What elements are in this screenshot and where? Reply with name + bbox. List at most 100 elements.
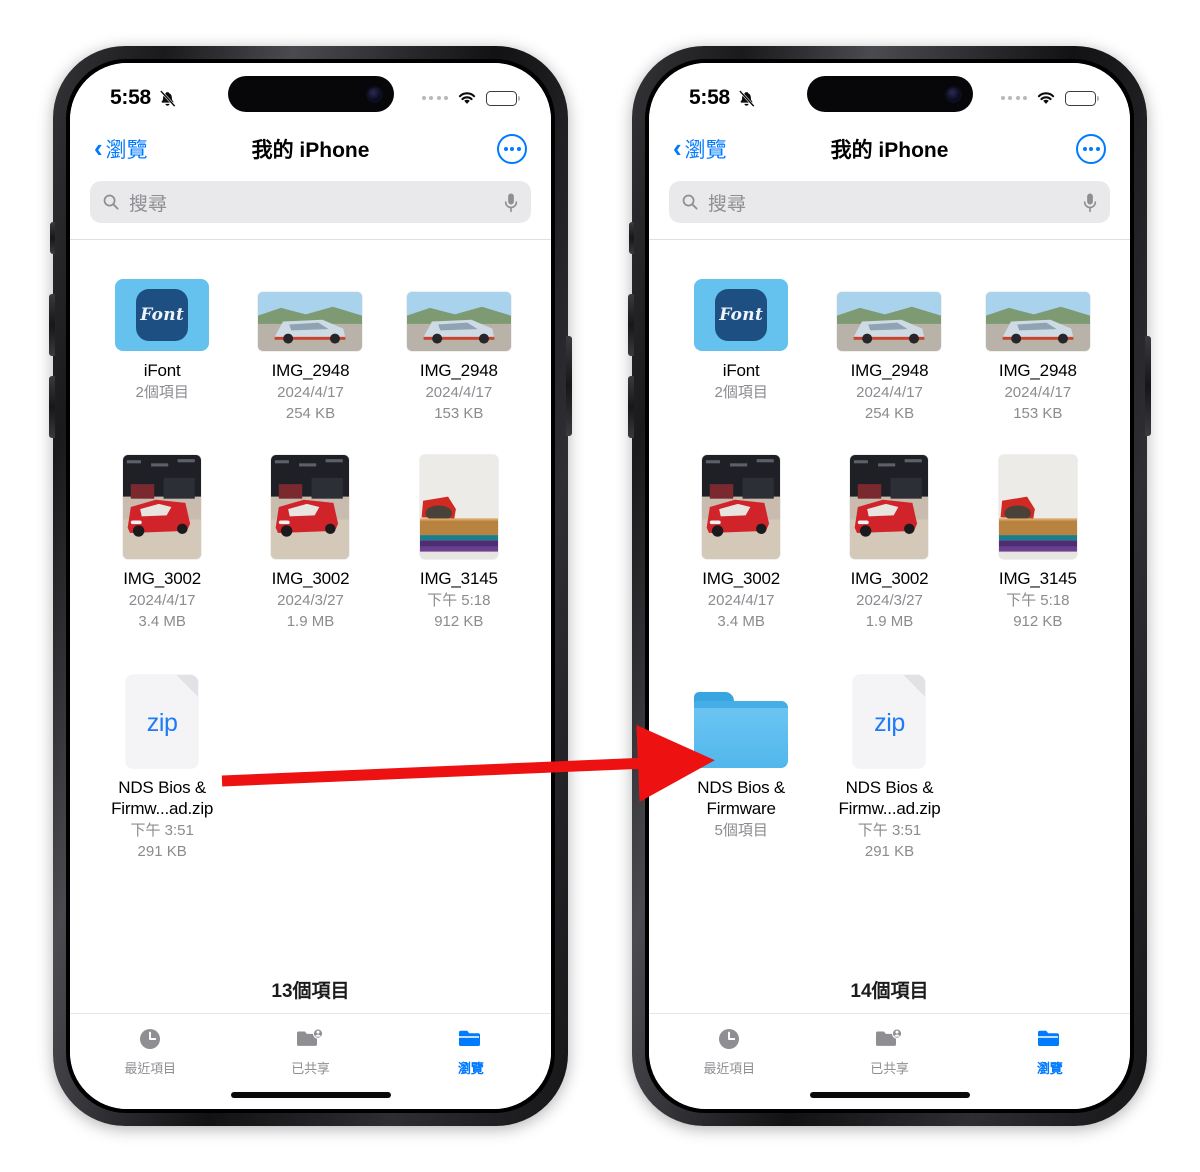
file-item[interactable]: zip NDS Bios & Firmw...ad.zip 下午 3:51 291 K… xyxy=(88,663,236,863)
search-input[interactable]: 搜尋 xyxy=(90,181,531,223)
file-meta: 2024/4/17 xyxy=(277,383,344,401)
front-camera-icon xyxy=(946,87,960,101)
file-item[interactable]: IMG_3002 2024/3/27 1.9 MB xyxy=(815,454,963,632)
file-browser-content: Font iFont 2個項目 IMG_2948 2024/4/17 254 KB IMG_… xyxy=(649,240,1130,954)
iphone-device-after: 5:58 ‹ 瀏覽 我的 iPhone 搜尋 Font iFont 2個項目 I… xyxy=(628,46,1151,1126)
ellipsis-dot xyxy=(516,147,521,151)
photo-thumbnail xyxy=(258,292,363,351)
tab-label: 瀏覽 xyxy=(1037,1061,1063,1076)
photo-thumbnail-landscape xyxy=(258,246,363,351)
file-meta: 291 KB xyxy=(137,843,187,861)
photo-thumbnail-landscape xyxy=(837,246,942,351)
file-name: NDS Bios & Firmw...ad.zip xyxy=(111,777,214,819)
folder-icon xyxy=(458,1030,480,1046)
dynamic-island xyxy=(227,76,394,112)
file-name: iFont xyxy=(143,361,181,380)
mute-switch-button[interactable] xyxy=(629,222,634,254)
shared-folder-icon xyxy=(297,1028,324,1046)
ellipsis-dot xyxy=(1082,147,1087,151)
search-input[interactable]: 搜尋 xyxy=(669,181,1110,223)
app-badge-label: Font xyxy=(715,289,768,341)
status-time: 5:58 xyxy=(110,86,151,109)
home-indicator[interactable] xyxy=(230,1092,391,1098)
microphone-icon[interactable] xyxy=(1082,192,1098,213)
file-extension-label: zip xyxy=(146,708,178,737)
tab-folder[interactable]: 瀏覽 xyxy=(416,1026,526,1077)
chevron-left-icon: ‹ xyxy=(673,133,682,163)
app-tile: Font xyxy=(694,279,789,351)
photo-thumbnail xyxy=(406,292,511,351)
clock-icon xyxy=(140,1029,161,1049)
tab-clock[interactable]: 最近項目 xyxy=(674,1026,784,1077)
tab-shared-folder[interactable]: 已共享 xyxy=(255,1026,365,1077)
app-icon: Font xyxy=(115,246,210,351)
more-options-button[interactable] xyxy=(1076,134,1106,164)
tab-label: 最近項目 xyxy=(124,1061,176,1076)
file-name: IMG_3002 xyxy=(271,569,350,589)
file-item[interactable]: IMG_3002 2024/4/17 3.4 MB xyxy=(667,454,815,632)
shared-folder-icon xyxy=(876,1028,903,1046)
device-bezel: 5:58 ‹ 瀏覽 我的 iPhone 搜尋 Font iFont 2個項目 I… xyxy=(66,59,555,1113)
mute-switch-button[interactable] xyxy=(50,222,55,254)
file-item[interactable]: Font iFont 2個項目 xyxy=(667,246,815,424)
file-name: IMG_2948 xyxy=(271,361,350,380)
chevron-left-icon: ‹ xyxy=(94,133,103,163)
photo-thumbnail-portrait xyxy=(702,454,781,560)
folder-shape xyxy=(694,691,789,768)
photo-thumbnail-portrait xyxy=(850,454,929,560)
device-screen: 5:58 ‹ 瀏覽 我的 iPhone 搜尋 Font iFont 2個項目 I… xyxy=(649,63,1130,1109)
tab-shared-folder[interactable]: 已共享 xyxy=(834,1026,944,1077)
file-item[interactable]: Font iFont 2個項目 xyxy=(88,246,236,424)
photo-thumbnail-landscape xyxy=(406,246,511,351)
search-placeholder: 搜尋 xyxy=(129,193,168,215)
back-button[interactable]: ‹ 瀏覽 xyxy=(94,134,147,164)
document-sheet: zip xyxy=(853,674,926,768)
file-item[interactable]: IMG_2948 2024/4/17 254 KB xyxy=(815,246,963,424)
status-bar: 5:58 xyxy=(649,63,1130,121)
ellipsis-dot xyxy=(503,147,508,151)
home-indicator[interactable] xyxy=(809,1092,970,1098)
more-options-button[interactable] xyxy=(497,134,527,164)
file-item[interactable]: IMG_2948 2024/4/17 153 KB xyxy=(385,246,533,424)
file-item[interactable]: IMG_3002 2024/4/17 3.4 MB xyxy=(88,454,236,632)
file-item[interactable]: IMG_3145 下午 5:18 912 KB xyxy=(964,454,1112,632)
tab-label: 最近項目 xyxy=(703,1061,755,1076)
photo-thumbnail xyxy=(123,455,202,560)
photo-thumbnail-landscape xyxy=(985,246,1090,351)
item-count-label: 13個項目 xyxy=(271,981,350,1002)
volume-up-button[interactable] xyxy=(628,294,634,356)
file-item[interactable]: IMG_2948 2024/4/17 254 KB xyxy=(236,246,384,424)
tab-clock[interactable]: 最近項目 xyxy=(95,1026,205,1077)
file-name: IMG_2948 xyxy=(419,361,498,380)
file-name: iFont xyxy=(722,361,760,380)
dynamic-island xyxy=(806,76,973,112)
photo-thumbnail-portrait xyxy=(123,454,202,560)
file-meta: 2024/4/17 xyxy=(1004,383,1072,401)
file-grid: Font iFont 2個項目 IMG_2948 2024/4/17 254 KB IMG_… xyxy=(649,246,1130,863)
volume-up-button[interactable] xyxy=(49,294,55,356)
file-meta: 2024/3/27 xyxy=(277,592,344,610)
file-name: IMG_2948 xyxy=(998,361,1077,380)
file-meta: 下午 5:18 xyxy=(427,592,491,610)
power-button[interactable] xyxy=(1145,336,1151,436)
back-button[interactable]: ‹ 瀏覽 xyxy=(673,134,726,164)
tab-label: 已共享 xyxy=(870,1061,909,1076)
file-name: IMG_3145 xyxy=(419,569,498,589)
file-item[interactable]: NDS Bios & Firmware 5個項目 xyxy=(667,663,815,863)
file-meta: 291 KB xyxy=(864,843,915,861)
microphone-icon[interactable] xyxy=(503,192,519,213)
file-item[interactable]: IMG_3002 2024/3/27 1.9 MB xyxy=(236,454,384,632)
file-item[interactable]: zip NDS Bios & Firmw...ad.zip 下午 3:51 291 K… xyxy=(815,663,963,863)
file-browser-content: Font iFont 2個項目 IMG_2948 2024/4/17 254 KB IMG_… xyxy=(70,240,551,954)
power-button[interactable] xyxy=(566,336,572,436)
device-screen: 5:58 ‹ 瀏覽 我的 iPhone 搜尋 Font iFont 2個項目 I… xyxy=(70,63,551,1109)
folder-lip xyxy=(694,700,789,708)
file-item[interactable]: IMG_3145 下午 5:18 912 KB xyxy=(385,454,533,632)
navigation-bar: ‹ 瀏覽 我的 iPhone xyxy=(649,121,1130,177)
volume-down-button[interactable] xyxy=(628,376,634,438)
file-item[interactable]: IMG_2948 2024/4/17 153 KB xyxy=(964,246,1112,424)
tab-folder[interactable]: 瀏覽 xyxy=(995,1026,1105,1077)
file-meta: 912 KB xyxy=(1013,613,1063,631)
signal-dots-icon xyxy=(421,96,448,100)
volume-down-button[interactable] xyxy=(49,376,55,438)
